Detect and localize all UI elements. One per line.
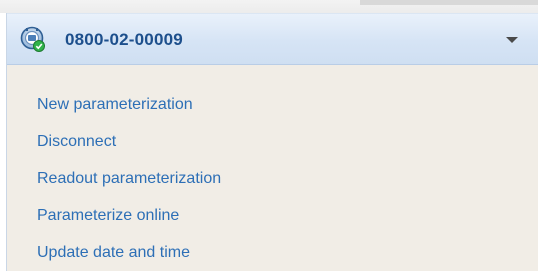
menu-item-parameterize-online[interactable]: Parameterize online	[37, 207, 179, 225]
menu-item-new-parameterization[interactable]: New parameterization	[37, 96, 193, 114]
connected-device-icon	[19, 26, 47, 54]
device-action-menu: New parameterization Disconnect Readout …	[7, 65, 538, 271]
menu-item-update-date-time[interactable]: Update date and time	[37, 244, 190, 262]
device-id-title: 0800-02-00009	[65, 30, 183, 49]
chevron-down-icon[interactable]	[506, 37, 518, 43]
menu-item-readout-parameterization[interactable]: Readout parameterization	[37, 170, 221, 188]
device-panel: 0800-02-00009 New parameterization Disco…	[6, 13, 538, 271]
menu-item-disconnect[interactable]: Disconnect	[37, 133, 116, 151]
top-strip-notch	[360, 0, 538, 5]
top-strip	[0, 0, 538, 13]
page: 0800-02-00009 New parameterization Disco…	[0, 0, 538, 271]
device-panel-header[interactable]: 0800-02-00009	[7, 13, 538, 65]
